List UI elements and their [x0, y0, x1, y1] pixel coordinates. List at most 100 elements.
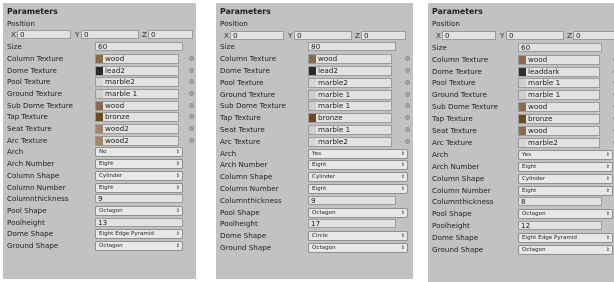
- dropdown-arrows-icon: ⇕: [605, 187, 610, 194]
- pool-shape-dropdown[interactable]: Octagon ⇕: [518, 209, 613, 220]
- object-picker-icon[interactable]: ◎: [188, 88, 195, 100]
- object-picker-icon[interactable]: ◎: [188, 100, 195, 112]
- dropdown-arrows-icon: ⇕: [400, 233, 405, 240]
- sub-dome-texture-field[interactable]: marble 1: [308, 101, 392, 112]
- position-x-field[interactable]: 0: [230, 30, 284, 40]
- column-shape-dropdown[interactable]: Cylinder ⇕: [308, 172, 408, 183]
- dome-shape-label: Dome Shape: [220, 231, 267, 241]
- poolheight-field[interactable]: 13: [95, 217, 183, 227]
- columnthickness-field[interactable]: 9: [95, 194, 183, 204]
- column-shape-dropdown[interactable]: Cylinder ⇕: [518, 173, 613, 184]
- object-picker-icon[interactable]: ◎: [404, 89, 411, 101]
- position-label: Position: [220, 18, 248, 28]
- pool-texture-field[interactable]: marble2: [95, 77, 179, 88]
- size-field[interactable]: 60: [95, 42, 183, 52]
- pool-texture-field[interactable]: marble2: [308, 77, 392, 88]
- texture-swatch-icon: [519, 127, 526, 135]
- dome-shape-dropdown[interactable]: Circle ⇕: [308, 231, 408, 242]
- size-field[interactable]: 80: [308, 42, 396, 52]
- position-y-field[interactable]: 0: [294, 30, 352, 40]
- object-picker-icon[interactable]: ◎: [404, 136, 411, 148]
- pool-texture-row: Pool Texture marble2 ◎: [7, 76, 194, 88]
- object-picker-icon[interactable]: ◎: [404, 53, 411, 65]
- tap-texture-field[interactable]: bronze: [95, 112, 179, 123]
- arch-number-dropdown[interactable]: Eight ⇕: [308, 160, 408, 171]
- object-picker-icon[interactable]: ◎: [188, 123, 195, 135]
- panel-header: Parameters: [7, 6, 194, 18]
- object-picker-icon[interactable]: ◎: [404, 100, 411, 112]
- dropdown-arrows-icon: ⇕: [175, 184, 180, 191]
- column-texture-field[interactable]: wood: [95, 53, 179, 64]
- position-y-field[interactable]: 0: [506, 30, 564, 40]
- object-picker-icon[interactable]: ◎: [404, 112, 411, 124]
- object-picker-icon[interactable]: ◎: [188, 111, 195, 123]
- poolheight-field[interactable]: 12: [518, 221, 602, 231]
- tap-texture-field[interactable]: bronze: [308, 113, 392, 124]
- seat-texture-row: Seat Texture marble 1 ◎: [220, 124, 411, 136]
- pool-shape-dropdown[interactable]: Octagon ⇕: [308, 207, 408, 218]
- column-shape-value: Cylinder: [99, 172, 123, 179]
- sub-dome-texture-field[interactable]: wood: [95, 100, 179, 111]
- column-number-value: Eight: [522, 187, 537, 194]
- dome-shape-dropdown[interactable]: Eight Edge Pyramid ⇕: [95, 229, 183, 240]
- poolheight-field[interactable]: 17: [308, 219, 396, 229]
- object-picker-icon[interactable]: ◎: [188, 65, 195, 77]
- dome-texture-field[interactable]: lead2: [95, 65, 179, 76]
- dome-texture-field[interactable]: leaddark: [518, 66, 600, 77]
- ground-texture-field[interactable]: marble 1: [308, 89, 392, 100]
- object-picker-icon[interactable]: ◎: [188, 76, 195, 88]
- arc-texture-field[interactable]: marble2: [308, 136, 392, 147]
- object-picker-icon[interactable]: ◎: [404, 77, 411, 89]
- column-texture-label: Column Texture: [220, 54, 277, 64]
- position-z-field[interactable]: 0: [361, 30, 406, 40]
- seat-texture-field[interactable]: marble 1: [308, 125, 392, 135]
- position-xyz-row: X0Y0Z0: [220, 30, 411, 42]
- pool-shape-dropdown[interactable]: Octagon ⇕: [95, 205, 183, 216]
- columnthickness-field[interactable]: 8: [518, 197, 602, 207]
- dome-texture-field[interactable]: lead2: [308, 66, 392, 76]
- arch-dropdown[interactable]: Yes ⇕: [308, 148, 408, 159]
- arch-number-row: Arch Number Eight ⇕: [7, 158, 194, 170]
- column-number-dropdown[interactable]: Eight ⇕: [308, 184, 408, 194]
- arc-texture-row: Arc Texture marble2 ◎: [220, 136, 411, 148]
- pool-texture-field[interactable]: marble 1: [518, 78, 600, 89]
- object-picker-icon[interactable]: ◎: [188, 53, 195, 65]
- arc-texture-field[interactable]: marble2: [518, 137, 600, 148]
- arc-texture-row: Arc Texture wood2 ◎: [7, 135, 194, 147]
- dome-shape-dropdown[interactable]: Eight Edge Pyramid ⇕: [518, 233, 613, 244]
- position-z-field[interactable]: 0: [573, 30, 614, 40]
- arch-dropdown[interactable]: No ⇕: [95, 147, 183, 158]
- position-y-field[interactable]: 0: [81, 30, 139, 40]
- column-texture-field[interactable]: wood: [308, 54, 392, 65]
- pool-shape-value: Octagon: [312, 209, 336, 216]
- column-shape-dropdown[interactable]: Cylinder ⇕: [95, 170, 183, 181]
- column-number-label: Column Number: [220, 184, 279, 193]
- seat-texture-field[interactable]: wood2: [95, 124, 179, 134]
- object-picker-icon[interactable]: ◎: [188, 135, 195, 147]
- pool-texture-value: marble2: [105, 77, 135, 87]
- position-x-field[interactable]: 0: [17, 30, 71, 40]
- seat-texture-field[interactable]: wood: [518, 126, 600, 136]
- object-picker-icon[interactable]: ◎: [404, 124, 411, 136]
- column-number-dropdown[interactable]: Eight ⇕: [95, 182, 183, 193]
- object-picker-icon[interactable]: ◎: [404, 65, 411, 77]
- ground-shape-dropdown[interactable]: Octagon ⇕: [518, 245, 613, 255]
- ground-texture-field[interactable]: marble 1: [95, 88, 179, 99]
- size-field[interactable]: 60: [518, 42, 602, 52]
- sub-dome-texture-field[interactable]: wood: [518, 102, 600, 113]
- arch-dropdown[interactable]: Yes ⇕: [518, 149, 613, 160]
- columnthickness-field[interactable]: 9: [308, 195, 396, 205]
- ground-texture-field[interactable]: marble 1: [518, 90, 600, 101]
- column-texture-field[interactable]: wood: [518, 54, 600, 65]
- arc-texture-field[interactable]: wood2: [95, 135, 179, 146]
- arch-number-label: Arch Number: [220, 160, 268, 170]
- column-number-dropdown[interactable]: Eight ⇕: [518, 185, 613, 196]
- position-x-field[interactable]: 0: [442, 30, 496, 40]
- tap-texture-field[interactable]: bronze: [518, 114, 600, 125]
- arch-number-dropdown[interactable]: Eight ⇕: [518, 161, 613, 172]
- position-z-field[interactable]: 0: [148, 30, 193, 40]
- ground-shape-dropdown[interactable]: Octagon ⇕: [308, 243, 408, 253]
- dropdown-arrows-icon: ⇕: [175, 231, 180, 238]
- ground-shape-dropdown[interactable]: Octagon ⇕: [95, 241, 183, 251]
- arch-number-dropdown[interactable]: Eight ⇕: [95, 159, 183, 170]
